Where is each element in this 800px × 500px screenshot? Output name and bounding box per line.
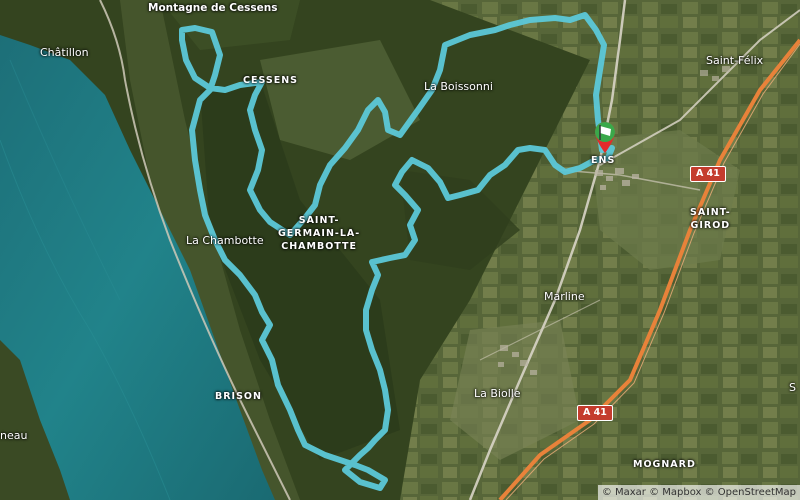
label-saint-girod: SAINT- GIROD [690, 207, 731, 231]
label-neau-partial: neau [0, 429, 28, 442]
map-attribution[interactable]: © Maxar © Mapbox © OpenStreetMap [597, 485, 800, 500]
label-ens-partial: ENS [591, 155, 616, 166]
label-saint-felix: Saint-Félix [706, 54, 764, 67]
label-la-biolle: La Biolle [474, 387, 521, 400]
label-montagne-de-cessens: Montagne de Cessens [148, 2, 278, 14]
label-mognard: MOGNARD [633, 459, 696, 470]
label-chatillon: Châtillon [40, 46, 89, 59]
label-saint-germain-la-chambotte: SAINT- GERMAIN-LA- CHAMBOTTE [278, 215, 361, 252]
road-shield-a41-south: A 41 [577, 405, 613, 421]
label-marline: Marline [544, 290, 585, 303]
label-la-boissonni: La Boissonni [424, 80, 493, 93]
label-s-partial: S [789, 381, 796, 394]
map-view[interactable]: Montagne de Cessens Châtillon CESSENS La… [0, 0, 800, 500]
satellite-basemap [0, 0, 800, 500]
start-finish-marker-icon[interactable] [592, 120, 618, 154]
label-brison: BRISON [215, 391, 262, 402]
road-shield-a41-north: A 41 [690, 166, 726, 182]
label-cessens: CESSENS [243, 75, 299, 86]
label-la-chambotte: La Chambotte [186, 234, 264, 247]
